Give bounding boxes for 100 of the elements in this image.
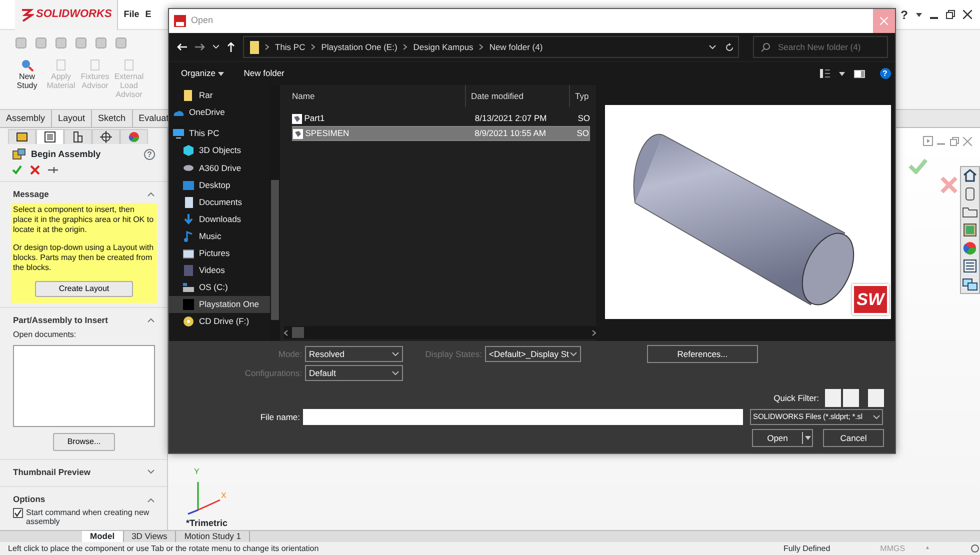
mode-select[interactable]: Resolved bbox=[305, 346, 403, 362]
references-button[interactable]: References... bbox=[647, 345, 758, 363]
close-icon bbox=[880, 17, 888, 25]
section-title: Message bbox=[13, 188, 49, 201]
scrollbar[interactable] bbox=[284, 326, 596, 339]
scrollbar-thumb[interactable] bbox=[292, 327, 304, 338]
nav-item[interactable]: Pictures bbox=[169, 244, 270, 262]
preview-pane-icon[interactable] bbox=[854, 70, 864, 78]
dropdown-icon[interactable] bbox=[708, 44, 716, 50]
tab[interactable]: Layout bbox=[52, 110, 92, 127]
nav-item[interactable]: Downloads bbox=[169, 210, 270, 228]
forward-icon[interactable] bbox=[195, 43, 205, 51]
cancel-button[interactable]: Cancel bbox=[823, 429, 884, 447]
collapse-icon[interactable] bbox=[147, 191, 155, 198]
nav-item[interactable]: Videos bbox=[169, 262, 270, 280]
address-bar[interactable]: This PC Playstation One (E:) Design Kampus New folder (4) bbox=[243, 36, 739, 58]
pin-icon[interactable] bbox=[48, 165, 58, 175]
view-tool-icon[interactable] bbox=[962, 258, 978, 274]
file-row[interactable]: Part1 8/13/2021 2:07 PM SO bbox=[292, 111, 590, 126]
restore-icon[interactable] bbox=[946, 10, 955, 19]
caret-icon[interactable] bbox=[916, 12, 922, 16]
nav-item[interactable]: This PC bbox=[169, 125, 270, 142]
field-label: Configurations: bbox=[244, 366, 303, 380]
view-label: *Trimetric bbox=[186, 516, 228, 530]
panel-tab[interactable] bbox=[92, 128, 120, 144]
close-icon[interactable] bbox=[963, 10, 972, 19]
view-tool-icon[interactable] bbox=[962, 222, 978, 238]
scroll-right-icon bbox=[592, 330, 596, 336]
assembly-icon bbox=[12, 148, 26, 160]
check-icon bbox=[14, 509, 22, 517]
nav-item[interactable]: Playstation One bbox=[169, 296, 270, 314]
column-header[interactable]: Date modified bbox=[466, 85, 570, 107]
file-name-field[interactable] bbox=[303, 409, 743, 425]
view-icon[interactable] bbox=[820, 69, 830, 78]
options-icon[interactable] bbox=[970, 544, 980, 553]
caret-icon[interactable] bbox=[838, 72, 844, 76]
tab[interactable]: Model bbox=[82, 531, 124, 542]
browse-button[interactable]: Browse... bbox=[53, 432, 115, 450]
file-name: Part1 bbox=[304, 112, 325, 125]
nav-item[interactable]: OS (C:) bbox=[169, 279, 270, 296]
view-tool-icon[interactable] bbox=[962, 240, 978, 256]
panel-tab[interactable] bbox=[36, 128, 64, 144]
breadcrumb-item[interactable]: Design Kampus bbox=[413, 40, 474, 54]
display-states-select[interactable]: <Default>_Display St bbox=[485, 346, 581, 362]
collapse-icon[interactable] bbox=[147, 317, 155, 324]
location-icon bbox=[173, 128, 184, 140]
section-title: Options bbox=[13, 493, 46, 506]
refresh-icon[interactable] bbox=[724, 42, 734, 52]
ok-icon[interactable] bbox=[12, 165, 22, 175]
menu-item[interactable]: E bbox=[145, 8, 152, 22]
panel-icon bbox=[71, 130, 85, 144]
nav-item[interactable]: A360 Drive bbox=[169, 159, 270, 176]
location-icon bbox=[183, 196, 194, 208]
up-icon[interactable] bbox=[227, 42, 235, 52]
file-row[interactable]: SPESIMEN 8/9/2021 10:55 AM SO bbox=[292, 126, 590, 141]
command-button[interactable]: New Study bbox=[12, 55, 42, 109]
breadcrumb-item[interactable]: New folder (4) bbox=[489, 40, 543, 54]
organize-menu[interactable]: Organize bbox=[181, 67, 224, 80]
location-icon bbox=[183, 180, 194, 191]
view-tool-icon[interactable] bbox=[962, 168, 978, 184]
expand-icon[interactable] bbox=[147, 468, 155, 475]
nav-item[interactable]: 3D Objects bbox=[169, 142, 270, 160]
help-button[interactable]: ? bbox=[880, 68, 890, 79]
documents-list[interactable] bbox=[13, 344, 155, 426]
nav-item[interactable]: Rar bbox=[169, 87, 270, 104]
scrollbar-thumb[interactable] bbox=[271, 180, 279, 320]
field-label: File name: bbox=[259, 410, 301, 424]
breadcrumb-item[interactable]: Playstation One (E:) bbox=[321, 40, 398, 54]
nav-item[interactable]: Desktop bbox=[169, 176, 270, 194]
new-folder-button[interactable]: New folder bbox=[244, 67, 284, 80]
checkbox[interactable] bbox=[13, 508, 23, 518]
panel-tab[interactable] bbox=[64, 128, 92, 144]
back-icon[interactable] bbox=[177, 43, 187, 51]
open-button[interactable]: Open bbox=[752, 429, 813, 447]
configurations-select[interactable]: Default bbox=[305, 365, 403, 381]
column-header[interactable]: Name bbox=[280, 85, 466, 107]
create-layout-button[interactable]: Create Layout bbox=[35, 280, 133, 297]
panel-icon bbox=[127, 130, 141, 144]
dropdown-icon bbox=[392, 352, 399, 356]
dropdown-icon bbox=[392, 370, 399, 376]
message-text: Or design top-down using a Layout with blocks. Parts may then be created from the blocks. bbox=[13, 242, 155, 273]
dropdown-icon bbox=[873, 414, 880, 420]
nav-item[interactable]: Documents bbox=[169, 194, 270, 211]
breadcrumb-item[interactable]: This PC bbox=[275, 40, 306, 54]
cancel-icon[interactable] bbox=[30, 165, 40, 175]
tab[interactable]: Sketch bbox=[92, 110, 133, 127]
column-header[interactable]: Typ bbox=[570, 85, 592, 107]
tab[interactable]: Assembly bbox=[0, 110, 52, 127]
view-tool-icon[interactable] bbox=[962, 276, 978, 292]
menu-item[interactable]: File bbox=[124, 8, 140, 22]
search-field[interactable]: Search New folder (4) bbox=[753, 36, 888, 58]
scroll-left-icon bbox=[284, 330, 288, 336]
collapse-icon[interactable] bbox=[147, 496, 155, 503]
tool-icon bbox=[20, 58, 34, 72]
panel-icon[interactable] bbox=[922, 136, 932, 146]
nav-item[interactable]: Music bbox=[169, 228, 270, 245]
nav-item[interactable]: CD Drive (F:) bbox=[169, 313, 270, 330]
help-button[interactable]: ? bbox=[900, 6, 908, 24]
caret-icon[interactable] bbox=[213, 45, 219, 49]
panel-tab[interactable] bbox=[8, 128, 36, 144]
